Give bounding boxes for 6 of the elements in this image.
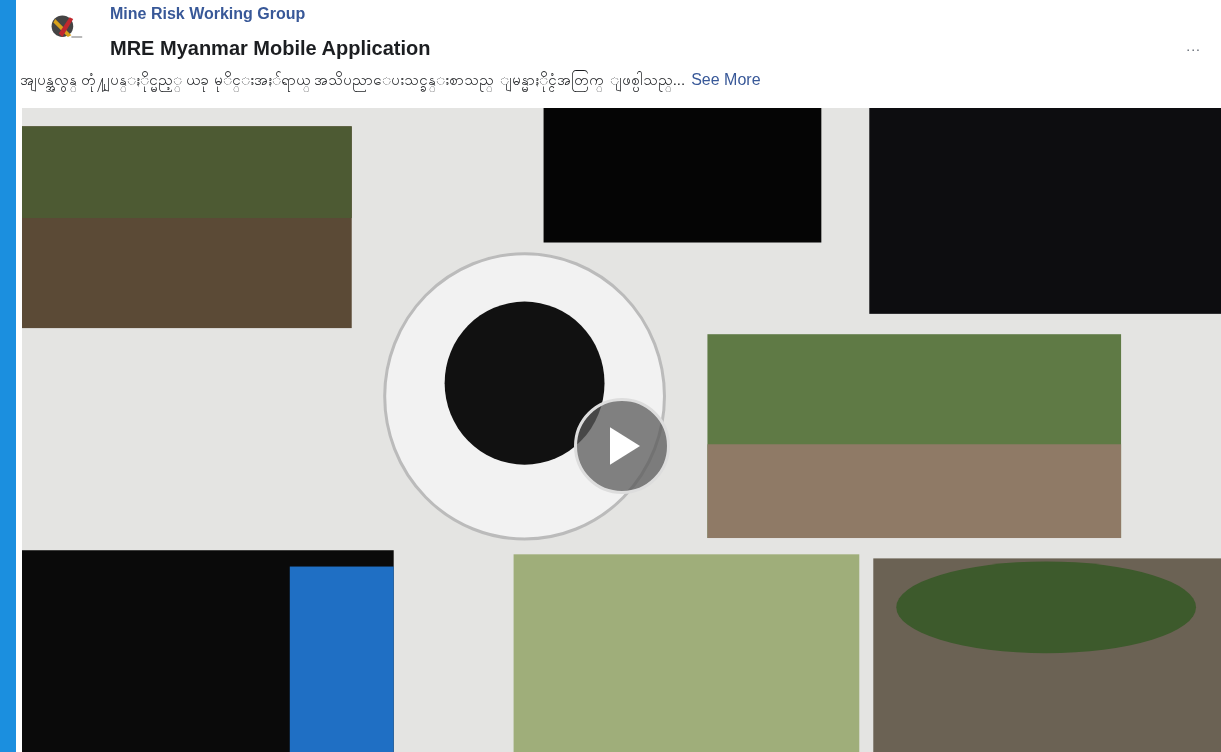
post-title: MRE Myanmar Mobile Application bbox=[110, 36, 432, 60]
more-options-button[interactable]: ... bbox=[1186, 38, 1201, 54]
play-icon bbox=[610, 427, 640, 465]
post-description: အျပန္အလွန္ တုံ႔ျပန္ႏိုင္မည့္ ယခု မုိင္းအႏၲရာယ္ အသိပညာေပးသင္ခန္းစာသည္ ျမန္မာႏိုင္ငံအတြက္ ျဖစ္ပါသည္... bbox=[20, 70, 686, 92]
see-more-link[interactable]: See More bbox=[691, 71, 761, 89]
group-name-link[interactable]: Mine Risk Working Group bbox=[110, 4, 1187, 24]
